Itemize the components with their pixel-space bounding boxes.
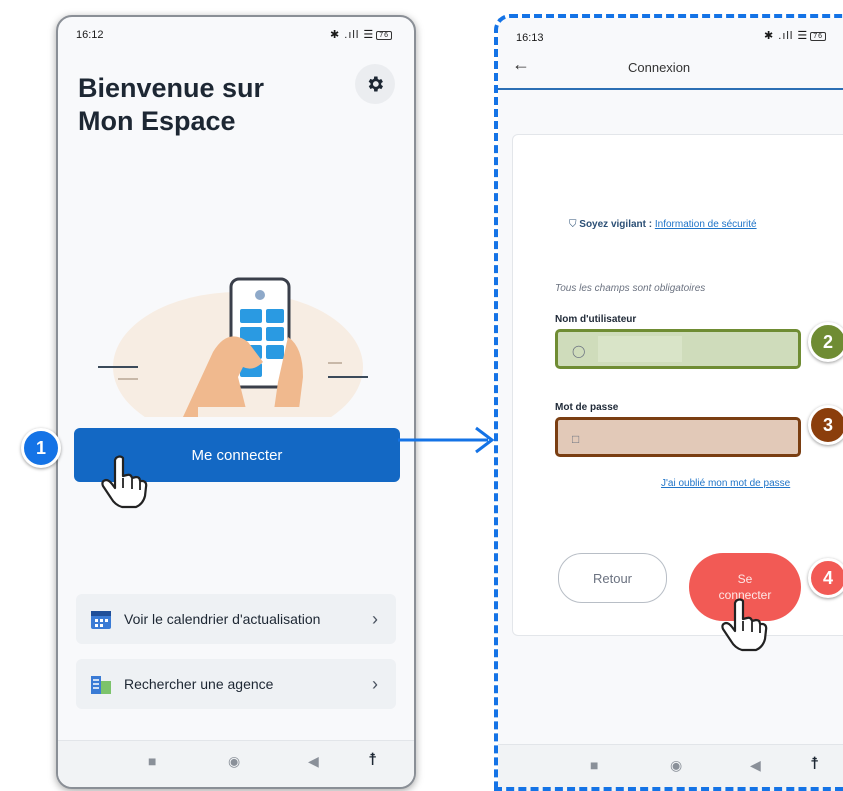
- gear-icon: [368, 76, 383, 92]
- password-field[interactable]: □: [555, 417, 801, 457]
- building-icon: [91, 676, 111, 694]
- login-card: ⛉ Soyez vigilant : Information de sécuri…: [512, 134, 843, 636]
- status-time: 16:13: [516, 32, 544, 44]
- hand-pointer-icon: [101, 455, 148, 509]
- header-divider: [498, 88, 843, 90]
- title-line-1: Bienvenue sur: [78, 73, 265, 103]
- accessibility-icon[interactable]: ☨: [810, 754, 819, 774]
- menu-item-calendar-label: Voir le calendrier d'actualisation: [124, 611, 321, 627]
- security-notice: ⛉ Soyez vigilant : Information de sécuri…: [569, 219, 757, 230]
- back-arrow-icon[interactable]: ←: [512, 54, 530, 75]
- phone-screen-home: 16:12 ✱ .ıll ☰ 76 Bienvenue sur Mon Espac…: [56, 15, 416, 789]
- connector-arrow-icon: [398, 426, 495, 454]
- home-icon[interactable]: ◉: [228, 753, 240, 770]
- submit-login-line1: Se: [737, 572, 753, 586]
- hand-pointer-icon: [721, 598, 768, 652]
- title-line-2: Mon Espace: [78, 106, 236, 136]
- step-badge-1: 1: [21, 428, 61, 468]
- header-title: Connexion: [628, 60, 691, 75]
- user-icon: ◯: [572, 344, 586, 358]
- battery-icon: 76: [810, 31, 826, 41]
- status-icons: ✱ .ıll ☰ 76: [764, 29, 826, 42]
- settings-button[interactable]: [355, 64, 395, 104]
- redacted-username: [598, 336, 682, 362]
- forgot-password-link[interactable]: J'ai oublié mon mot de passe: [661, 478, 790, 489]
- menu-item-agency[interactable]: Rechercher une agence ›: [76, 659, 396, 709]
- step-badge-3: 3: [808, 405, 843, 445]
- security-info-link[interactable]: Information de sécurité: [655, 219, 757, 230]
- phone-hands-illustration: [98, 277, 368, 417]
- menu-item-calendar[interactable]: Voir le calendrier d'actualisation ›: [76, 594, 396, 644]
- username-field[interactable]: ◯: [555, 329, 801, 369]
- chevron-right-icon: ›: [372, 608, 378, 629]
- battery-icon: 76: [376, 30, 392, 40]
- page-title: Bienvenue sur Mon Espace: [78, 72, 264, 138]
- security-notice-label: Soyez vigilant :: [579, 219, 653, 230]
- back-button[interactable]: Retour: [558, 553, 667, 603]
- menu-item-agency-label: Rechercher une agence: [124, 676, 274, 692]
- back-icon[interactable]: ◀: [308, 753, 319, 770]
- username-label: Nom d'utilisateur: [555, 314, 637, 325]
- phone-screen-login: 16:13 ✱ .ıll ☰ 76 ← Connexion ⛉ Soyez vig…: [498, 18, 843, 791]
- back-icon[interactable]: ◀: [750, 757, 761, 774]
- step-badge-2: 2: [808, 322, 843, 362]
- status-icons: ✱ .ıll ☰ 76: [330, 28, 392, 41]
- recent-apps-icon[interactable]: ■: [590, 757, 598, 773]
- shield-icon: ⛉: [569, 219, 577, 230]
- chevron-right-icon: ›: [372, 673, 378, 694]
- home-icon[interactable]: ◉: [670, 757, 682, 774]
- accessibility-icon[interactable]: ☨: [368, 750, 377, 770]
- required-fields-note: Tous les champs sont obligatoires: [555, 283, 706, 294]
- step-badge-4: 4: [808, 558, 843, 598]
- status-time: 16:12: [76, 29, 104, 41]
- lock-icon: □: [572, 432, 580, 446]
- system-nav-bar: ■ ◉ ◀ ☨: [498, 744, 843, 791]
- system-nav-bar: ■ ◉ ◀ ☨: [58, 740, 414, 787]
- recent-apps-icon[interactable]: ■: [148, 753, 156, 769]
- password-label: Mot de passe: [555, 402, 619, 413]
- calendar-icon: [91, 611, 111, 629]
